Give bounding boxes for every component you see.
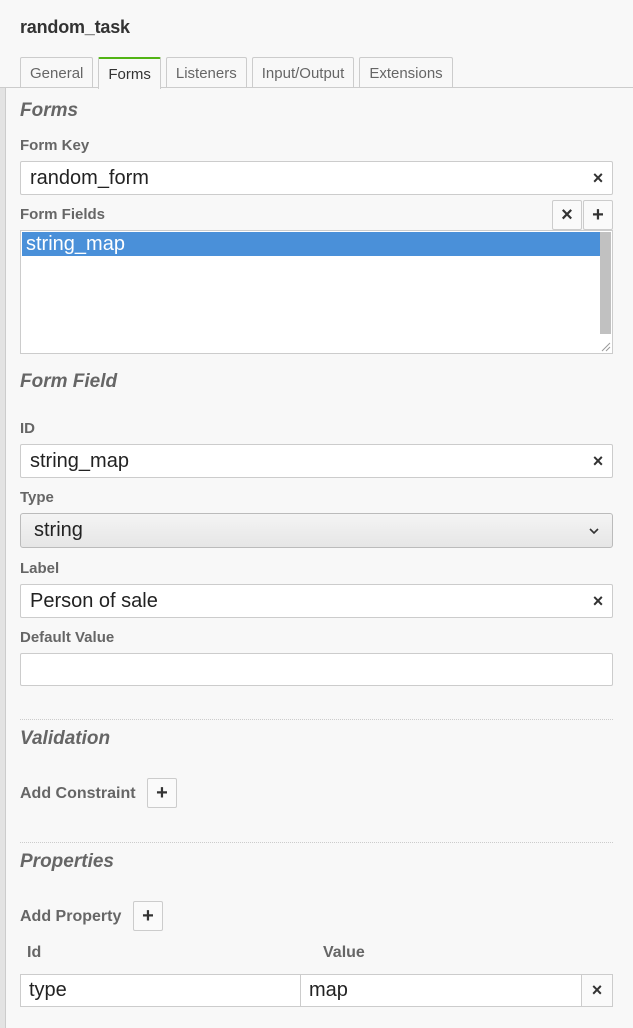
type-select[interactable]: string [20, 513, 613, 548]
plus-icon: + [142, 904, 154, 927]
property-value-input[interactable]: map [300, 974, 582, 1007]
add-form-field-button[interactable]: + [583, 200, 613, 230]
property-id-value: type [29, 979, 67, 1001]
id-input[interactable]: string_map × [20, 444, 613, 478]
form-key-input[interactable]: random_form × [20, 161, 613, 195]
properties-group-title: Properties [20, 851, 114, 872]
list-item[interactable]: string_map [22, 232, 600, 256]
label-clear-icon[interactable]: × [590, 592, 606, 610]
tab-extensions[interactable]: Extensions [359, 57, 453, 88]
list-scrollbar[interactable] [600, 232, 611, 334]
form-key-value: random_form [30, 166, 149, 189]
panel-header: random_task General Forms Listeners Inpu… [0, 0, 633, 89]
column-header-id: Id [27, 944, 42, 961]
label-label: Label [20, 560, 60, 577]
element-title: random_task [20, 17, 130, 37]
property-value-value: map [309, 979, 348, 1001]
id-clear-icon[interactable]: × [590, 452, 606, 470]
type-select-value: string [34, 519, 83, 541]
validation-group-title: Validation [20, 728, 111, 749]
tab-divider [0, 87, 633, 88]
tab-general[interactable]: General [20, 57, 94, 88]
default-value-label: Default Value [20, 629, 115, 646]
add-property-button[interactable]: + [133, 901, 163, 931]
remove-form-field-button[interactable]: × [552, 200, 582, 230]
type-label: Type [20, 489, 54, 506]
form-key-label: Form Key [20, 137, 90, 154]
resize-grip-icon[interactable] [599, 340, 611, 352]
close-icon: × [591, 980, 603, 1000]
property-id-input[interactable]: type [20, 974, 301, 1007]
id-value: string_map [30, 449, 129, 472]
section-divider [20, 719, 613, 720]
panel-left-border [0, 88, 6, 1028]
label-value: Person of sale [30, 589, 158, 612]
form-fields-label: Form Fields [20, 206, 106, 223]
remove-property-button[interactable]: × [581, 974, 613, 1007]
close-icon: × [561, 203, 573, 226]
form-fields-list[interactable]: string_map [20, 230, 613, 354]
default-value-input[interactable] [20, 653, 613, 686]
add-constraint-button[interactable]: + [147, 778, 177, 808]
add-property-label: Add Property [20, 908, 122, 925]
id-label: ID [20, 420, 35, 437]
add-constraint-label: Add Constraint [20, 785, 136, 802]
tab-listeners[interactable]: Listeners [165, 57, 247, 88]
column-header-value: Value [323, 944, 365, 961]
chevron-down-icon [589, 527, 599, 534]
section-divider [20, 842, 613, 843]
label-input[interactable]: Person of sale × [20, 584, 613, 618]
tab-input-output[interactable]: Input/Output [251, 57, 355, 88]
plus-icon: + [592, 203, 604, 226]
forms-group-title: Forms [20, 100, 79, 121]
form-key-clear-icon[interactable]: × [590, 169, 606, 187]
tab-forms[interactable]: Forms [98, 57, 161, 89]
tab-bar: General Forms Listeners Input/Output Ext… [20, 57, 453, 89]
properties-panel: random_task General Forms Listeners Inpu… [0, 0, 633, 1028]
form-field-group-title: Form Field [20, 371, 118, 392]
plus-icon: + [156, 781, 168, 804]
